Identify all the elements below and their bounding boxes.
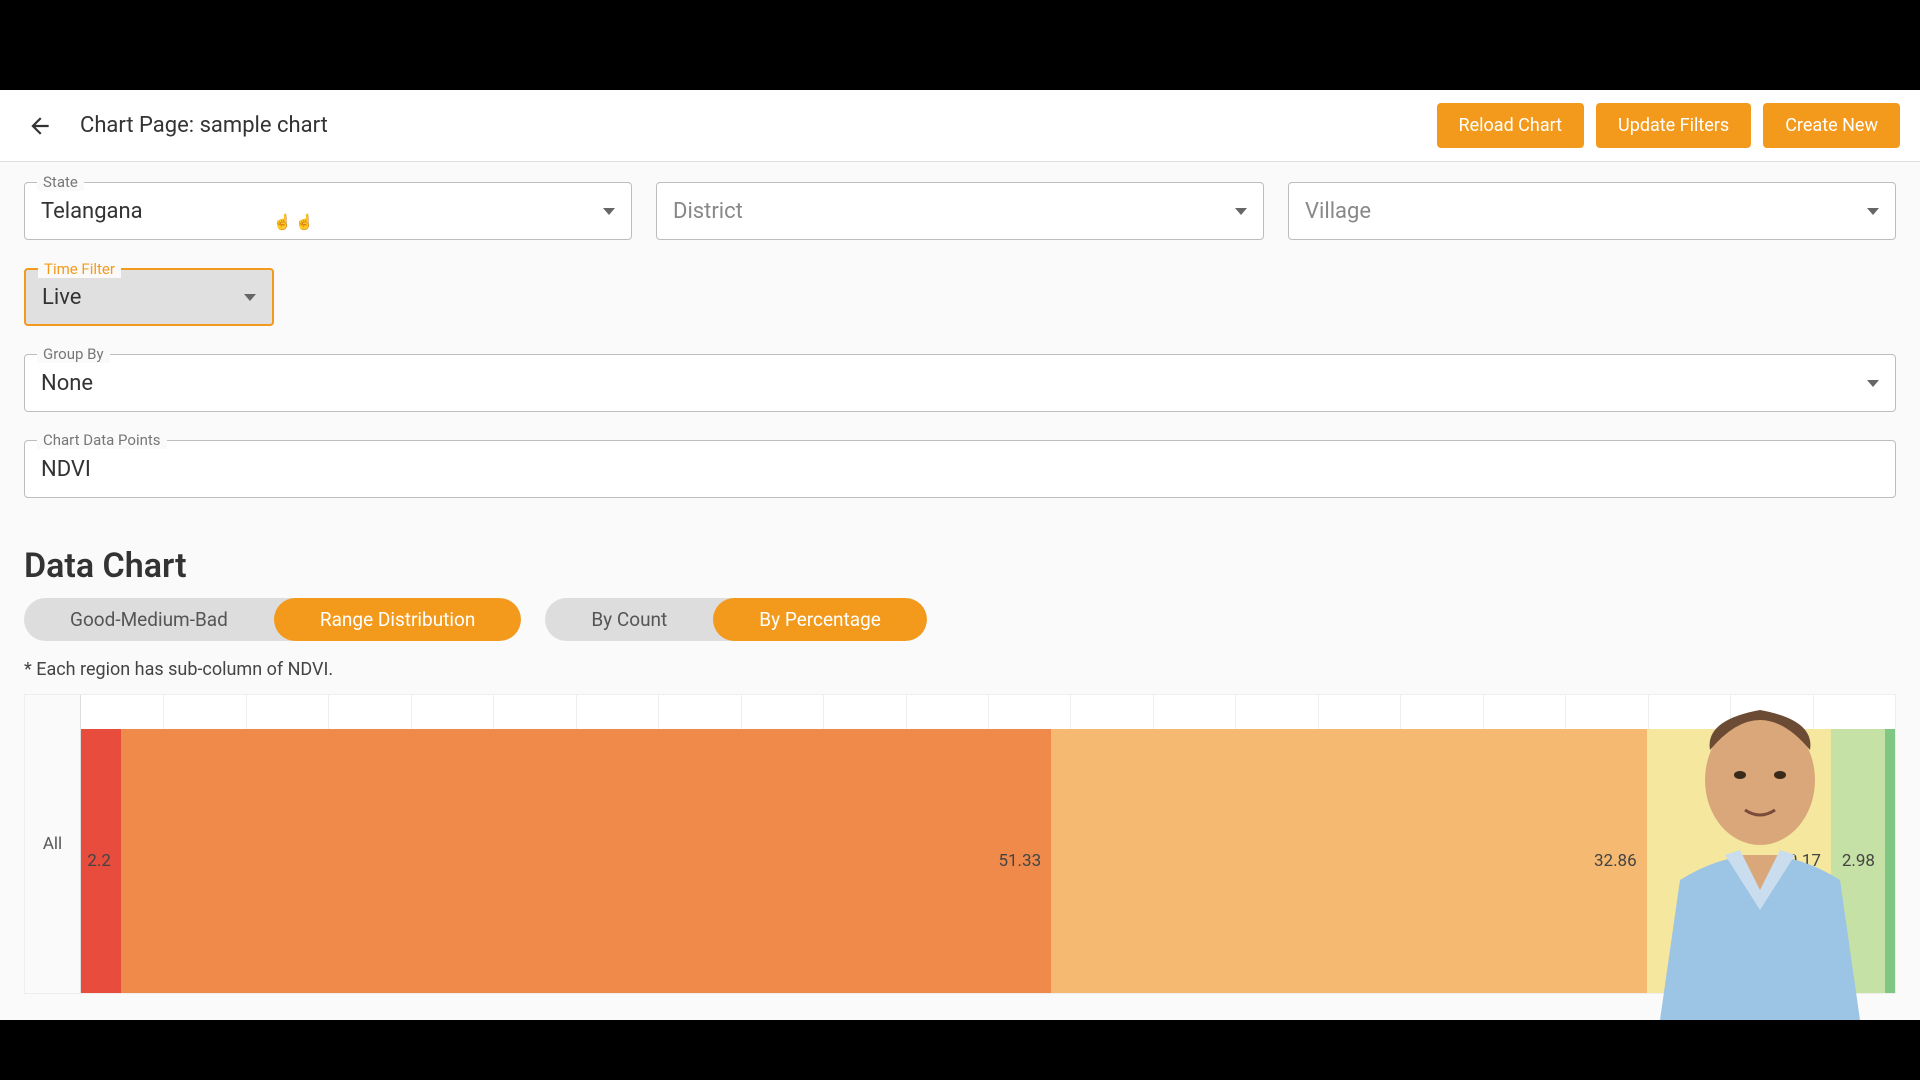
toggle-good-medium-bad[interactable]: Good-Medium-Bad: [24, 598, 274, 641]
district-placeholder: District: [673, 199, 1235, 224]
create-new-button[interactable]: Create New: [1763, 103, 1900, 148]
village-select[interactable]: Village: [1288, 182, 1896, 240]
time-filter-select[interactable]: Time Filter Live: [24, 268, 274, 326]
app-window: Chart Page: sample chart Reload Chart Up…: [0, 90, 1920, 1020]
state-value: Telangana: [41, 199, 603, 224]
page-title: Chart Page: sample chart: [80, 113, 1437, 138]
chevron-down-icon: [603, 208, 615, 215]
state-select[interactable]: State Telangana ☝ ☝: [24, 182, 632, 240]
arrow-left-icon: [27, 113, 53, 139]
chart-footnote: * Each region has sub-column of NDVI.: [0, 653, 1920, 694]
stacked-bar-row: 2.251.3332.8610.172.98: [81, 729, 1895, 993]
toggle-by-count[interactable]: By Count: [545, 598, 713, 641]
back-button[interactable]: [20, 106, 60, 146]
datapoints-label: Chart Data Points: [37, 431, 167, 449]
chevron-down-icon: [1235, 208, 1247, 215]
toggle-range-distribution[interactable]: Range Distribution: [274, 598, 521, 641]
datapoints-value: NDVI: [41, 457, 1879, 482]
chart-plot-area: 2.251.3332.8610.172.98: [81, 695, 1895, 993]
chevron-down-icon: [1867, 380, 1879, 387]
time-filter-label: Time Filter: [38, 260, 121, 278]
chart-y-category: All: [25, 695, 81, 993]
chevron-down-icon: [244, 294, 256, 301]
groupby-value: None: [41, 371, 1867, 396]
reload-chart-button[interactable]: Reload Chart: [1437, 103, 1585, 148]
header-bar: Chart Page: sample chart Reload Chart Up…: [0, 90, 1920, 162]
datapoints-field[interactable]: Chart Data Points NDVI: [24, 440, 1896, 498]
chevron-down-icon: [1867, 208, 1879, 215]
toggle-by-percentage[interactable]: By Percentage: [713, 598, 927, 641]
time-filter-value: Live: [42, 285, 244, 310]
bar-segment: 51.33: [121, 729, 1051, 993]
grid-line: [1895, 695, 1896, 993]
filters-panel: State Telangana ☝ ☝ District Village Tim…: [0, 162, 1920, 498]
count-percentage-toggle: By CountBy Percentage: [545, 598, 927, 641]
groupby-label: Group By: [37, 345, 110, 363]
bar-segment: 10.17: [1647, 729, 1831, 993]
update-filters-button[interactable]: Update Filters: [1596, 103, 1751, 148]
district-select[interactable]: District: [656, 182, 1264, 240]
header-actions: Reload Chart Update Filters Create New: [1437, 103, 1901, 148]
distribution-toggle: Good-Medium-BadRange Distribution: [24, 598, 521, 641]
section-title: Data Chart: [0, 526, 1920, 598]
groupby-select[interactable]: Group By None: [24, 354, 1896, 412]
chart-toggles: Good-Medium-BadRange Distribution By Cou…: [0, 598, 1920, 653]
bar-segment: 2.2: [81, 729, 121, 993]
data-chart: All 2.251.3332.8610.172.98: [24, 694, 1896, 994]
state-label: State: [37, 173, 84, 191]
bar-segment: [1885, 729, 1895, 993]
bar-segment: 2.98: [1831, 729, 1885, 993]
village-placeholder: Village: [1305, 199, 1867, 224]
bar-segment: 32.86: [1051, 729, 1647, 993]
